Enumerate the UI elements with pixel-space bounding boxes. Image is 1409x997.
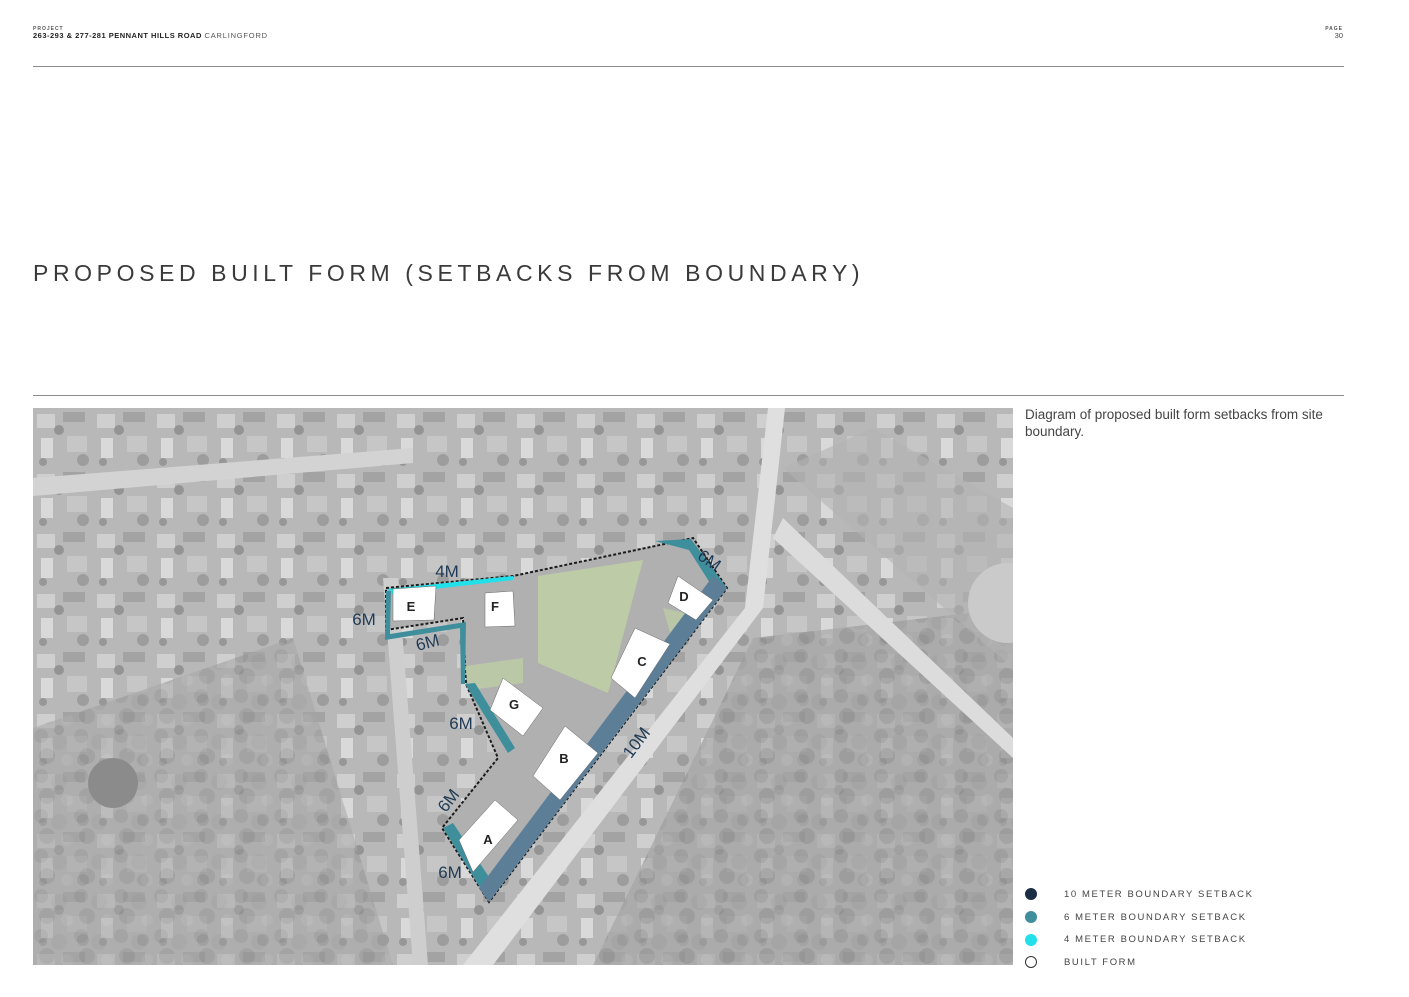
aerial-site-plan: A B C D E F G 4M 6M 6M 6M 6M 6M 6M 10M [33,408,1013,965]
legend-item-10m: 10 METER BOUNDARY SETBACK [1025,883,1254,906]
legend-swatch-6m [1025,911,1037,924]
project-name: 263-293 & 277-281 PENNANT HILLS ROAD CAR… [33,31,268,40]
setback-label-4m: 4M [435,562,459,581]
building-label-e: E [407,599,416,614]
building-label-b: B [559,751,568,766]
setback-label-6m-mid: 6M [449,714,473,733]
building-label-c: C [637,654,647,669]
legend-item-built-form: BUILT FORM [1025,951,1254,974]
legend-swatch-4m [1025,933,1037,946]
legend-item-6m: 6 METER BOUNDARY SETBACK [1025,906,1254,929]
header-divider [33,66,1344,67]
page-title: PROPOSED BUILT FORM (SETBACKS FROM BOUND… [33,260,865,286]
section-divider [33,395,1344,396]
building-label-g: G [509,697,519,712]
legend-swatch-built-form [1025,956,1037,969]
legend-swatch-10m [1025,888,1037,901]
building-label-a: A [483,832,493,847]
setback-label-6m-west: 6M [352,610,376,629]
legend-item-4m: 4 METER BOUNDARY SETBACK [1025,928,1254,951]
site-plan-diagram: A B C D E F G 4M 6M 6M 6M 6M 6M 6M 10M [33,408,1013,965]
project-location: CARLINGFORD [204,31,268,40]
page-number: 30 [1334,31,1343,40]
legend-label-4m: 4 METER BOUNDARY SETBACK [1064,934,1247,946]
building-label-f: F [491,599,499,614]
legend-label-built-form: BUILT FORM [1064,956,1137,968]
setback-label-6m-south: 6M [438,863,462,882]
legend-label-6m: 6 METER BOUNDARY SETBACK [1064,911,1247,923]
project-address: 263-293 & 277-281 PENNANT HILLS ROAD [33,31,202,40]
legend-label-10m: 10 METER BOUNDARY SETBACK [1064,888,1254,900]
legend: 10 METER BOUNDARY SETBACK 6 METER BOUNDA… [1025,883,1254,974]
building-label-d: D [679,589,688,604]
diagram-caption: Diagram of proposed built form setbacks … [1025,407,1323,439]
